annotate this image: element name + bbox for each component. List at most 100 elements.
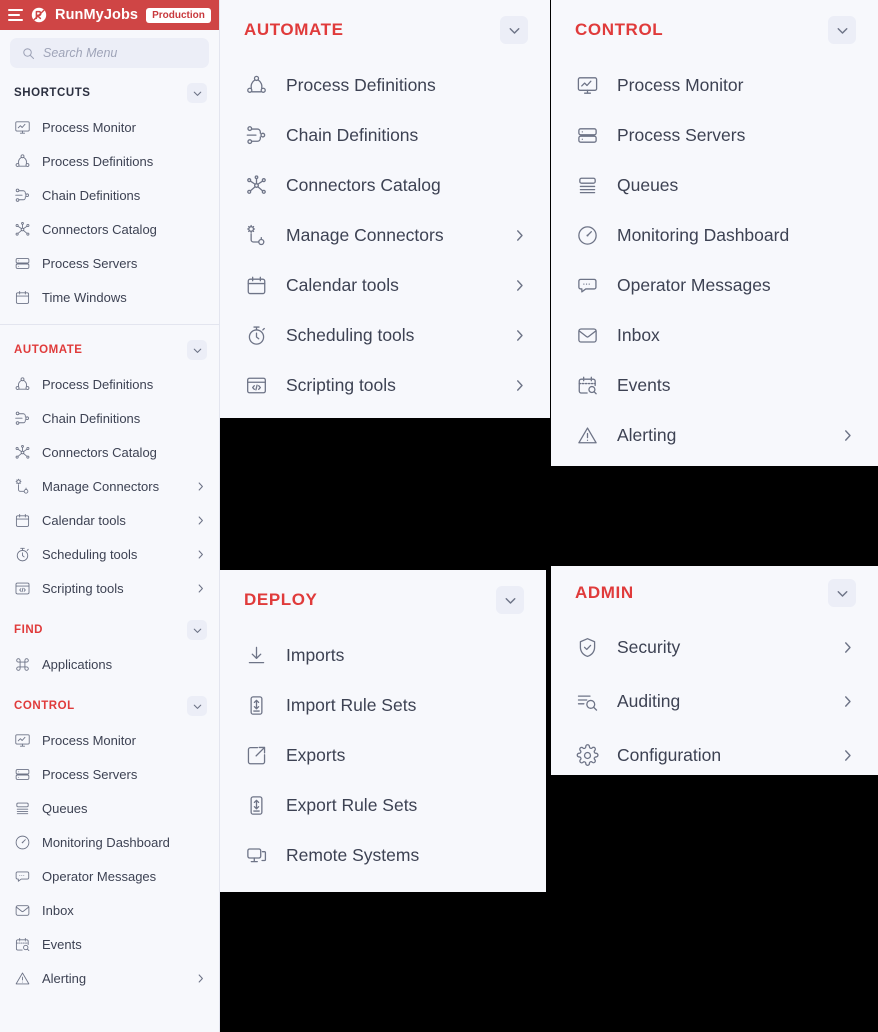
search-box[interactable] <box>10 38 209 68</box>
panel-item-events[interactable]: Events <box>551 360 878 410</box>
panel-item-process-monitor[interactable]: Process Monitor <box>551 60 878 110</box>
panel-item-label: Process Monitor <box>617 74 744 95</box>
panel-item-manage-connectors[interactable]: Manage Connectors <box>220 210 550 260</box>
sidebar-item-events[interactable]: Events <box>0 927 219 961</box>
chevron-down-icon[interactable] <box>187 696 207 716</box>
panel-item-label: Inbox <box>617 324 660 345</box>
search-input[interactable] <box>43 46 197 60</box>
process-definitions-icon <box>14 376 31 393</box>
warning-icon <box>14 970 31 987</box>
main-sidebar: RunMyJobs Production SHORTCUTS Process Mo… <box>0 0 220 1032</box>
sidebar-item-monitoring-dashboard[interactable]: Monitoring Dashboard <box>0 825 219 859</box>
chevron-right-icon[interactable] <box>194 514 207 527</box>
chevron-down-icon[interactable] <box>187 340 207 360</box>
hamburger-icon[interactable] <box>8 9 23 21</box>
panel-item-scheduling-tools[interactable]: Scheduling tools <box>220 310 550 360</box>
sidebar-item-process-definitions[interactable]: Process Definitions <box>0 144 219 178</box>
chevron-down-icon[interactable] <box>187 83 207 103</box>
panel-item-alerting[interactable]: Alerting <box>551 410 878 460</box>
chevron-down-icon[interactable] <box>828 16 856 44</box>
sidebar-item-time-windows[interactable]: Time Windows <box>0 280 219 314</box>
panel-item-exports[interactable]: Exports <box>220 730 546 780</box>
panel-item-chain-definitions[interactable]: Chain Definitions <box>220 110 550 160</box>
sidebar-item-queues[interactable]: Queues <box>0 791 219 825</box>
panel-item-security[interactable]: Security <box>551 620 878 674</box>
chevron-right-icon[interactable] <box>511 327 528 344</box>
panel-header-admin[interactable]: ADMIN <box>551 566 878 620</box>
code-window-icon <box>244 373 268 397</box>
sidebar-item-process-servers[interactable]: Process Servers <box>0 757 219 791</box>
chevron-right-icon[interactable] <box>839 747 856 764</box>
sidebar-item-operator-messages[interactable]: Operator Messages <box>0 859 219 893</box>
chevron-down-icon[interactable] <box>828 579 856 607</box>
panel-item-label: Chain Definitions <box>286 124 419 145</box>
chevron-right-icon[interactable] <box>839 639 856 656</box>
calendar-icon <box>14 289 31 306</box>
sidebar-item-process-monitor[interactable]: Process Monitor <box>0 723 219 757</box>
sidebar-section-header-control[interactable]: CONTROL <box>0 689 219 723</box>
panel-item-scripting-tools[interactable]: Scripting tools <box>220 360 550 410</box>
message-icon <box>575 273 599 297</box>
chevron-down-icon[interactable] <box>500 16 528 44</box>
sidebar-section-header-find[interactable]: FIND <box>0 613 219 647</box>
sidebar-item-label: Inbox <box>42 902 74 918</box>
sidebar-item-chain-definitions[interactable]: Chain Definitions <box>0 178 219 212</box>
chain-definitions-icon <box>244 123 268 147</box>
chevron-right-icon[interactable] <box>194 972 207 985</box>
panel-item-process-definitions[interactable]: Process Definitions <box>220 60 550 110</box>
panel-header-deploy[interactable]: DEPLOY <box>220 570 546 630</box>
sidebar-item-scripting-tools[interactable]: Scripting tools <box>0 571 219 605</box>
sidebar-item-process-monitor[interactable]: Process Monitor <box>0 110 219 144</box>
connectors-catalog-icon <box>14 221 31 238</box>
panel-item-imports[interactable]: Imports <box>220 630 546 680</box>
sidebar-item-label: Calendar tools <box>42 512 126 528</box>
panel-item-import-rule-sets[interactable]: Import Rule Sets <box>220 680 546 730</box>
chevron-right-icon[interactable] <box>194 548 207 561</box>
sidebar-item-scheduling-tools[interactable]: Scheduling tools <box>0 537 219 571</box>
monitor-icon <box>14 119 31 136</box>
sidebar-item-label: Chain Definitions <box>42 187 141 203</box>
panel-item-queues[interactable]: Queues <box>551 160 878 210</box>
chevron-right-icon[interactable] <box>511 277 528 294</box>
sidebar-item-chain-definitions[interactable]: Chain Definitions <box>0 401 219 435</box>
chevron-right-icon[interactable] <box>194 480 207 493</box>
sidebar-item-alerting[interactable]: Alerting <box>0 961 219 995</box>
panel-item-auditing[interactable]: Auditing <box>551 674 878 728</box>
sidebar-item-process-servers[interactable]: Process Servers <box>0 246 219 280</box>
chevron-down-icon[interactable] <box>187 620 207 640</box>
chevron-right-icon[interactable] <box>839 693 856 710</box>
sidebar-item-inbox[interactable]: Inbox <box>0 893 219 927</box>
panel-item-remote-systems[interactable]: Remote Systems <box>220 830 546 880</box>
connectors-catalog-icon <box>244 173 268 197</box>
panel-header-control[interactable]: CONTROL <box>551 0 878 60</box>
chevron-down-icon[interactable] <box>496 586 524 614</box>
panel-item-connectors-catalog[interactable]: Connectors Catalog <box>220 160 550 210</box>
sidebar-item-manage-connectors[interactable]: Manage Connectors <box>0 469 219 503</box>
panel-item-calendar-tools[interactable]: Calendar tools <box>220 260 550 310</box>
sidebar-item-label: Process Monitor <box>42 119 136 135</box>
panel-item-monitoring-dashboard[interactable]: Monitoring Dashboard <box>551 210 878 260</box>
environment-badge: Production <box>146 7 211 23</box>
chevron-right-icon[interactable] <box>194 582 207 595</box>
sidebar-item-label: Process Monitor <box>42 732 136 748</box>
sidebar-section-header-automate[interactable]: AUTOMATE <box>0 333 219 367</box>
chevron-right-icon[interactable] <box>511 227 528 244</box>
sidebar-item-label: Connectors Catalog <box>42 221 157 237</box>
sidebar-section-header-shortcuts[interactable]: SHORTCUTS <box>0 76 219 110</box>
flyout-panel-deploy: DEPLOY Imports Import Rule Sets Exports Expo… <box>220 570 546 892</box>
panel-header-automate[interactable]: AUTOMATE <box>220 0 550 60</box>
panel-item-operator-messages[interactable]: Operator Messages <box>551 260 878 310</box>
sidebar-item-connectors-catalog[interactable]: Connectors Catalog <box>0 435 219 469</box>
panel-item-configuration[interactable]: Configuration <box>551 728 878 775</box>
sidebar-item-applications[interactable]: Applications <box>0 647 219 681</box>
chevron-right-icon[interactable] <box>839 427 856 444</box>
auditing-icon <box>575 689 599 713</box>
chevron-right-icon[interactable] <box>511 377 528 394</box>
panel-item-inbox[interactable]: Inbox <box>551 310 878 360</box>
panel-item-export-rule-sets[interactable]: Export Rule Sets <box>220 780 546 830</box>
sidebar-item-process-definitions[interactable]: Process Definitions <box>0 367 219 401</box>
panel-item-process-servers[interactable]: Process Servers <box>551 110 878 160</box>
sidebar-item-calendar-tools[interactable]: Calendar tools <box>0 503 219 537</box>
sidebar-item-label: Chain Definitions <box>42 410 141 426</box>
sidebar-item-connectors-catalog[interactable]: Connectors Catalog <box>0 212 219 246</box>
